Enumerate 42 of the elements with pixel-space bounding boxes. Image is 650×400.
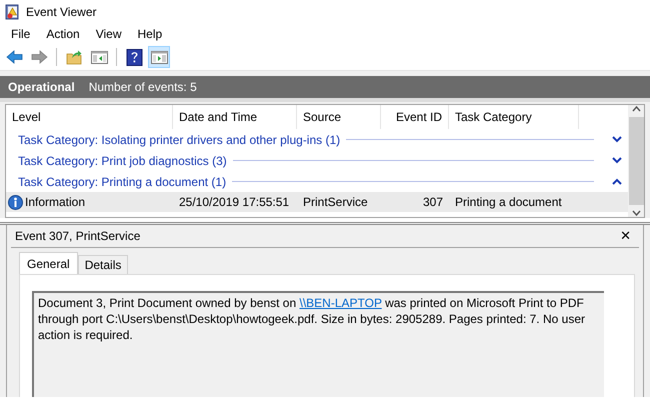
- event-row[interactable]: Information 25/10/2019 17:55:51 PrintService 307 Printing a document: [6, 192, 628, 212]
- table-cell-text: 25/10/2019 17:55:51: [178, 195, 290, 209]
- event-description: Document 3, Print Document owned by benst on \\BEN-LAPTOP was printed on Microsoft Print to PDF through port C:\Users\benst\Desktop\howtogeek.pdf. Size in bytes: 2905289. Pages printed: 7. No user action is required.: [38, 295, 586, 343]
- collapse-chevron-icon[interactable]: [612, 178, 622, 185]
- log-title: Operational: [8, 80, 75, 94]
- expand-chevron-icon[interactable]: [612, 136, 622, 143]
- forward-arrow-icon: [30, 48, 48, 66]
- column-header[interactable]: Event ID: [381, 105, 449, 129]
- menu-item[interactable]: File: [3, 27, 38, 41]
- computer-link[interactable]: \\BEN-LAPTOP: [299, 296, 382, 310]
- event-title: Event 307, PrintService: [15, 229, 140, 243]
- column-header[interactable]: Level: [6, 105, 173, 129]
- tab[interactable]: General: [19, 252, 78, 274]
- column-header[interactable]: Date and Time: [173, 105, 297, 129]
- table-cell: Information: [25, 195, 86, 209]
- scroll-down-icon: [632, 209, 640, 217]
- app-icon: [4, 4, 20, 20]
- column-header[interactable]: Task Category: [449, 105, 579, 129]
- back-arrow-icon: [6, 48, 22, 66]
- menu-item[interactable]: View: [88, 27, 130, 41]
- menu-item[interactable]: Action: [38, 27, 88, 41]
- help-icon: [126, 48, 142, 66]
- scroll-up-icon: [632, 105, 640, 113]
- close-button[interactable]: ✕: [616, 228, 635, 244]
- panel-button[interactable]: [148, 46, 170, 68]
- folder-arrow-icon: [66, 48, 82, 66]
- table-cell-text: Printing a document: [454, 195, 563, 209]
- group-header[interactable]: Task Category: Printing a document (1): [18, 174, 226, 188]
- menu-item[interactable]: Help: [130, 27, 170, 41]
- expand-chevron-icon[interactable]: [612, 157, 622, 164]
- tab[interactable]: Details: [78, 255, 128, 274]
- table-cell-text: PrintService: [302, 195, 369, 209]
- event-count: Number of events: 5: [88, 80, 197, 94]
- window-title: Event Viewer: [26, 5, 96, 19]
- group-header[interactable]: Task Category: Isolating printer drivers and other plug-ins (1): [18, 132, 340, 146]
- panel-icon: [90, 48, 108, 66]
- panel-icon: [150, 48, 168, 66]
- scrollbar[interactable]: [628, 105, 644, 217]
- table-cell-text: 307: [422, 195, 444, 209]
- group-header[interactable]: Task Category: Print job diagnostics (3): [18, 154, 227, 168]
- column-header[interactable]: Source: [297, 105, 381, 129]
- info-icon: [8, 194, 23, 210]
